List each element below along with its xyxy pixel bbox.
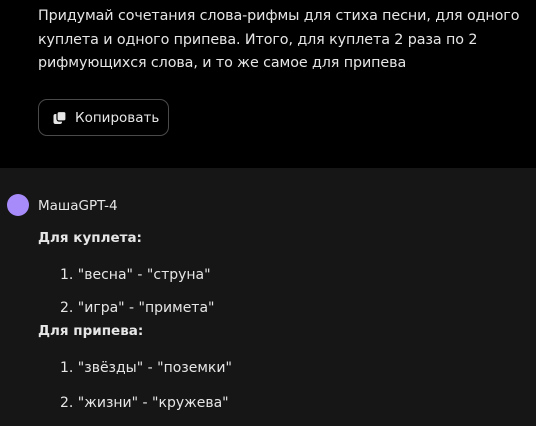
list-item: 1. "звёзды" - "поземки" <box>60 360 232 376</box>
user-prompt-text: Придумай сочетания слова-рифмы для стиха… <box>38 8 520 71</box>
section-heading-chorus: Для припева: <box>38 323 144 339</box>
copy-button-label: Копировать <box>75 110 160 126</box>
list-item: 2. "жизни" - "кружева" <box>60 395 229 411</box>
list-item: 2. "игра" - "примета" <box>60 300 215 316</box>
assistant-answer-block: МашаGPT-4 Для куплета: 1. "весна" - "стр… <box>0 168 536 426</box>
model-name: МашаGPT-4 <box>38 198 118 214</box>
avatar <box>7 194 29 216</box>
copy-icon <box>53 111 67 124</box>
copy-button[interactable]: Копировать <box>38 99 169 136</box>
section-heading-verse: Для куплета: <box>38 230 142 246</box>
list-item: 1. "весна" - "струна" <box>60 267 211 283</box>
user-prompt-block: Придумай сочетания слова-рифмы для стиха… <box>0 0 536 168</box>
